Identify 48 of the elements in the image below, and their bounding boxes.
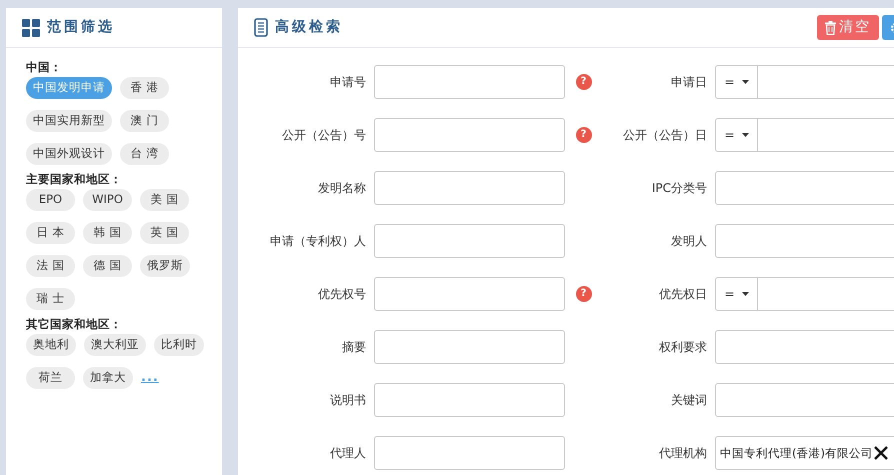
region-chip[interactable]: EPO — [26, 189, 75, 211]
region-chip[interactable]: 英 国 — [140, 222, 189, 244]
region-chip[interactable]: 日 本 — [26, 222, 75, 244]
region-chip[interactable]: 德 国 — [83, 255, 132, 277]
field-label: 公开（公告）日 — [622, 127, 707, 144]
region-chip[interactable]: 香 港 — [120, 77, 169, 99]
region-chip[interactable]: 中国实用新型 — [26, 110, 112, 132]
region-chip[interactable]: 澳大利亚 — [84, 334, 146, 356]
field-label: 优先权日 — [658, 286, 707, 303]
field-label: 申请日 — [670, 74, 707, 91]
region-chip[interactable]: 法 国 — [26, 255, 75, 277]
region-chip[interactable]: 中国外观设计 — [26, 143, 112, 165]
field-label: 说明书 — [329, 392, 366, 409]
field-label: 申请号 — [329, 74, 366, 91]
panel-title: 高级检索 — [275, 18, 343, 37]
region-chip[interactable]: WIPO — [83, 189, 132, 211]
field-label: 发明人 — [670, 233, 707, 250]
region-chip[interactable]: 加拿大 — [83, 367, 133, 389]
region-chip[interactable]: 荷兰 — [26, 367, 75, 389]
help-icon[interactable]: ? — [576, 74, 592, 90]
region-chip[interactable]: 奥地利 — [26, 334, 76, 356]
group-heading: 主要国家和地区： — [26, 172, 123, 186]
field-label: 公开（公告）号 — [281, 127, 366, 144]
region-chip[interactable]: 比利时 — [154, 334, 204, 356]
field-label: IPC分类号 — [650, 180, 707, 197]
operator-select[interactable]: = — [715, 277, 758, 311]
field-label: 关键词 — [670, 392, 707, 409]
field-label: 权利要求 — [658, 339, 707, 356]
region-chip[interactable]: 瑞 士 — [26, 288, 75, 310]
group-heading: 中国： — [26, 60, 63, 74]
field-label: 申请（专利权）人 — [269, 233, 366, 250]
region-chip[interactable]: 澳 门 — [120, 110, 169, 132]
input-field[interactable]: 中国专利代理(香港)有限公司 — [715, 436, 894, 470]
field-label: 摘要 — [341, 339, 366, 356]
panel-title: 范围筛选 — [47, 18, 115, 37]
field-label: 代理机构 — [658, 445, 707, 462]
region-chip[interactable]: 俄罗斯 — [140, 255, 190, 277]
group-heading: 其它国家和地区： — [26, 317, 123, 331]
region-chip[interactable]: 韩 国 — [83, 222, 132, 244]
operator-select[interactable]: = — [715, 118, 758, 152]
field-label: 代理人 — [329, 445, 366, 462]
region-chip[interactable]: 美 国 — [140, 189, 189, 211]
field-label: 优先权号 — [317, 286, 366, 303]
field-label: 发明名称 — [317, 180, 366, 197]
help-icon[interactable]: ? — [576, 127, 592, 143]
help-icon[interactable]: ? — [576, 286, 592, 302]
region-chip[interactable]: 台 湾 — [120, 143, 169, 165]
operator-select[interactable]: = — [715, 65, 758, 99]
